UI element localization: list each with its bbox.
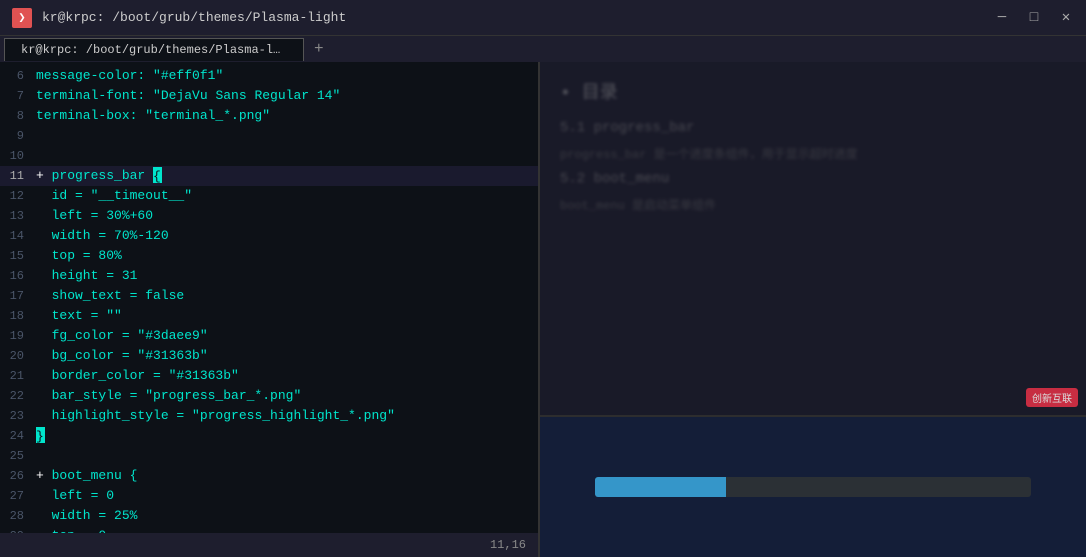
watermark: 创新互联 xyxy=(1026,388,1078,407)
cursor2: } xyxy=(36,427,45,443)
cursor-position: 11,16 xyxy=(490,538,526,552)
code-area[interactable]: 6 message-color: "#eff0f1" 7 terminal-fo… xyxy=(0,62,538,533)
titlebar: ❯ kr@krpc: /boot/grub/themes/Plasma-ligh… xyxy=(0,0,1086,36)
right-section1: 5.1 progress_bar xyxy=(560,120,1066,136)
right-bottom-preview xyxy=(540,417,1086,557)
table-row: 13 left = 30%+60 xyxy=(0,206,538,226)
window: ❯ kr@krpc: /boot/grub/themes/Plasma-ligh… xyxy=(0,0,1086,557)
maximize-button[interactable]: □ xyxy=(1026,10,1042,26)
table-row: 14 width = 70%-120 xyxy=(0,226,538,246)
right-section1-desc: progress_bar 是一个进度条组件，用于显示超时进度 xyxy=(560,145,1066,162)
table-row: 23 highlight_style = "progress_highlight… xyxy=(0,406,538,426)
progress-fill xyxy=(595,477,726,497)
minimize-button[interactable]: ─ xyxy=(994,10,1010,26)
titlebar-title: kr@krpc: /boot/grub/themes/Plasma-light xyxy=(42,10,994,25)
preview-area xyxy=(540,417,1086,557)
editor-pane: 6 message-color: "#eff0f1" 7 terminal-fo… xyxy=(0,62,540,557)
close-button[interactable]: ✕ xyxy=(1058,10,1074,26)
titlebar-path-text: kr@krpc: /boot/grub/themes/Plasma-light xyxy=(42,10,346,25)
statusbar: 11,16 xyxy=(0,533,538,557)
tab-bar: kr@krpc: /boot/grub/themes/Plasma-light … xyxy=(0,36,1086,62)
table-row: 9 xyxy=(0,126,538,146)
titlebar-controls: ─ □ ✕ xyxy=(994,10,1074,26)
right-title: • 目录 xyxy=(560,78,1066,104)
table-row: 18 text = "" xyxy=(0,306,538,326)
main-layout: 6 message-color: "#eff0f1" 7 terminal-fo… xyxy=(0,62,1086,557)
table-row: 11 + progress_bar { xyxy=(0,166,538,186)
table-row: 7 terminal-font: "DejaVu Sans Regular 14… xyxy=(0,86,538,106)
table-row: 15 top = 80% xyxy=(0,246,538,266)
table-row: 16 height = 31 xyxy=(0,266,538,286)
table-row: 22 bar_style = "progress_bar_*.png" xyxy=(0,386,538,406)
table-row: 29 top = 0 xyxy=(0,526,538,533)
tab-add-button[interactable]: + xyxy=(304,36,334,62)
table-row: 27 left = 0 xyxy=(0,486,538,506)
table-row: 20 bg_color = "#31363b" xyxy=(0,346,538,366)
table-row: 26 + boot_menu { xyxy=(0,466,538,486)
right-section2: 5.2 boot_menu xyxy=(560,171,1066,187)
table-row: 21 border_color = "#31363b" xyxy=(0,366,538,386)
table-row: 8 terminal-box: "terminal_*.png" xyxy=(0,106,538,126)
right-top-content: • 目录 5.1 progress_bar progress_bar 是一个进度… xyxy=(540,62,1086,417)
right-section2-desc: boot_menu 是启动菜单组件 xyxy=(560,196,1066,213)
boot-preview xyxy=(540,417,1086,557)
tab-main[interactable]: kr@krpc: /boot/grub/themes/Plasma-light xyxy=(4,38,304,61)
table-row: 19 fg_color = "#3daee9" xyxy=(0,326,538,346)
cursor: { xyxy=(153,167,162,183)
table-row: 10 xyxy=(0,146,538,166)
table-row: 24 } xyxy=(0,426,538,446)
table-row: 6 message-color: "#eff0f1" xyxy=(0,66,538,86)
terminal-icon: ❯ xyxy=(12,8,32,28)
table-row: 12 id = "__timeout__" xyxy=(0,186,538,206)
table-row: 17 show_text = false xyxy=(0,286,538,306)
right-pane: • 目录 5.1 progress_bar progress_bar 是一个进度… xyxy=(540,62,1086,557)
blurred-doc: • 目录 5.1 progress_bar progress_bar 是一个进度… xyxy=(540,62,1086,415)
table-row: 28 width = 25% xyxy=(0,506,538,526)
progress-bar-preview xyxy=(595,477,1032,497)
table-row: 25 xyxy=(0,446,538,466)
